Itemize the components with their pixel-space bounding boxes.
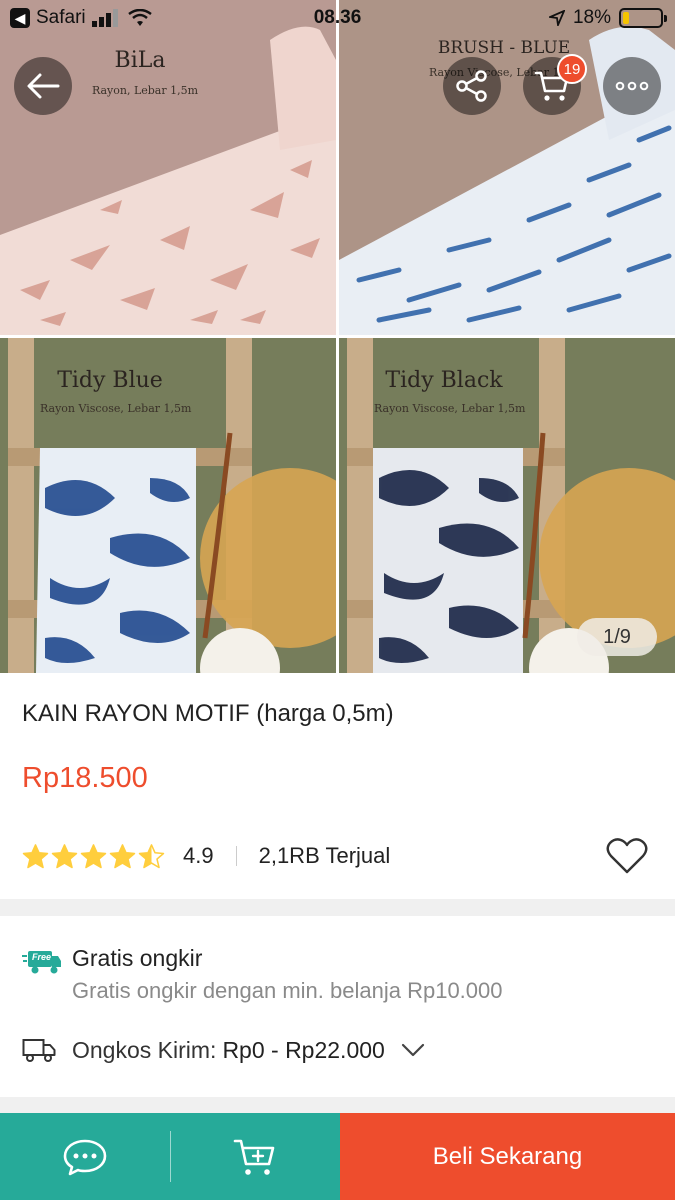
free-shipping-subtitle: Gratis ongkir dengan min. belanja Rp10.0… (72, 978, 503, 1003)
more-options-button[interactable] (603, 57, 661, 115)
chevron-down-icon[interactable] (401, 1043, 425, 1057)
arrow-left-icon (27, 73, 60, 99)
rating-stars (22, 843, 165, 870)
gallery-tile-bila: BiLa Rayon, Lebar 1,5m (0, 0, 336, 335)
tile-subtitle: Rayon Viscose, Lebar 1,5m (40, 402, 192, 415)
back-button[interactable] (14, 57, 72, 115)
cart-button[interactable]: 19 (523, 54, 587, 115)
star-icon (138, 843, 165, 868)
favorite-button[interactable] (605, 836, 649, 881)
shipping-cost-value: Rp0 - Rp22.000 (222, 1036, 385, 1063)
tile-title: Tidy Blue (57, 368, 163, 393)
share-icon (456, 70, 487, 102)
star-icon (80, 843, 107, 868)
shipping-cost-row[interactable]: Ongkos Kirim: Rp0 - Rp22.000 (22, 1036, 425, 1064)
cart-count-badge: 19 (557, 54, 587, 84)
bottom-action-bar: Beli Sekarang (0, 1113, 675, 1200)
tile-title: BRUSH - BLUE (437, 38, 571, 58)
delivery-truck-icon (22, 1039, 56, 1062)
product-price: Rp18.500 (22, 762, 148, 794)
gallery-divider-horizontal (0, 335, 675, 338)
bottom-bar-left (0, 1113, 340, 1200)
share-button[interactable] (443, 57, 501, 115)
status-bar: ◀ Safari 08.36 18% (0, 0, 675, 38)
free-shipping-title: Gratis ongkir (72, 945, 203, 971)
rating-row[interactable]: 4.9 2,1RB Terjual (22, 838, 390, 874)
gallery-tile-brush-blue: BRUSH - BLUE Rayon Viscose, Lebar 1,5m (339, 0, 675, 335)
add-to-cart-button[interactable] (170, 1113, 340, 1200)
shipping-cost-label: Ongkos Kirim: (72, 1036, 217, 1063)
image-counter: 1/9 (577, 618, 657, 656)
product-title: KAIN RAYON MOTIF (harga 0,5m) (22, 700, 394, 727)
battery-percent: 18% (572, 7, 611, 28)
rating-divider (235, 846, 237, 866)
tile-subtitle: Rayon Viscose, Lebar 1,5m (374, 402, 526, 415)
battery-icon (619, 8, 667, 28)
buy-now-button[interactable]: Beli Sekarang (340, 1113, 675, 1200)
free-badge-text: Free (32, 952, 52, 962)
star-icon (109, 843, 136, 868)
sold-count: 2,1RB Terjual (258, 843, 391, 868)
free-shipping-text: Gratis ongkir Gratis ongkir dengan min. … (72, 945, 503, 1004)
battery-level (623, 12, 629, 24)
tile-subtitle: Rayon, Lebar 1,5m (91, 84, 199, 97)
section-divider (0, 1097, 675, 1113)
status-bar-right: 18% (548, 7, 667, 29)
bottom-bar-separator (170, 1131, 171, 1182)
tile-title: BiLa (114, 48, 166, 73)
section-divider (0, 899, 675, 916)
location-arrow-icon (548, 10, 565, 26)
tile-title: Tidy Black (385, 368, 503, 393)
heart-icon (606, 838, 648, 874)
free-shipping-icon: Free (22, 947, 62, 977)
gallery-tile-tidy-blue: Tidy Blue Rayon Viscose, Lebar 1,5m (0, 338, 336, 673)
star-icon (22, 843, 49, 868)
chat-icon (63, 1139, 107, 1175)
free-shipping-row[interactable]: Free Gratis ongkir Gratis ongkir dengan … (22, 945, 503, 1004)
star-icon (51, 843, 78, 868)
rating-value: 4.9 (183, 843, 214, 868)
add-to-cart-icon (233, 1139, 275, 1175)
more-dots-icon (615, 81, 649, 91)
chat-button[interactable] (0, 1113, 170, 1200)
